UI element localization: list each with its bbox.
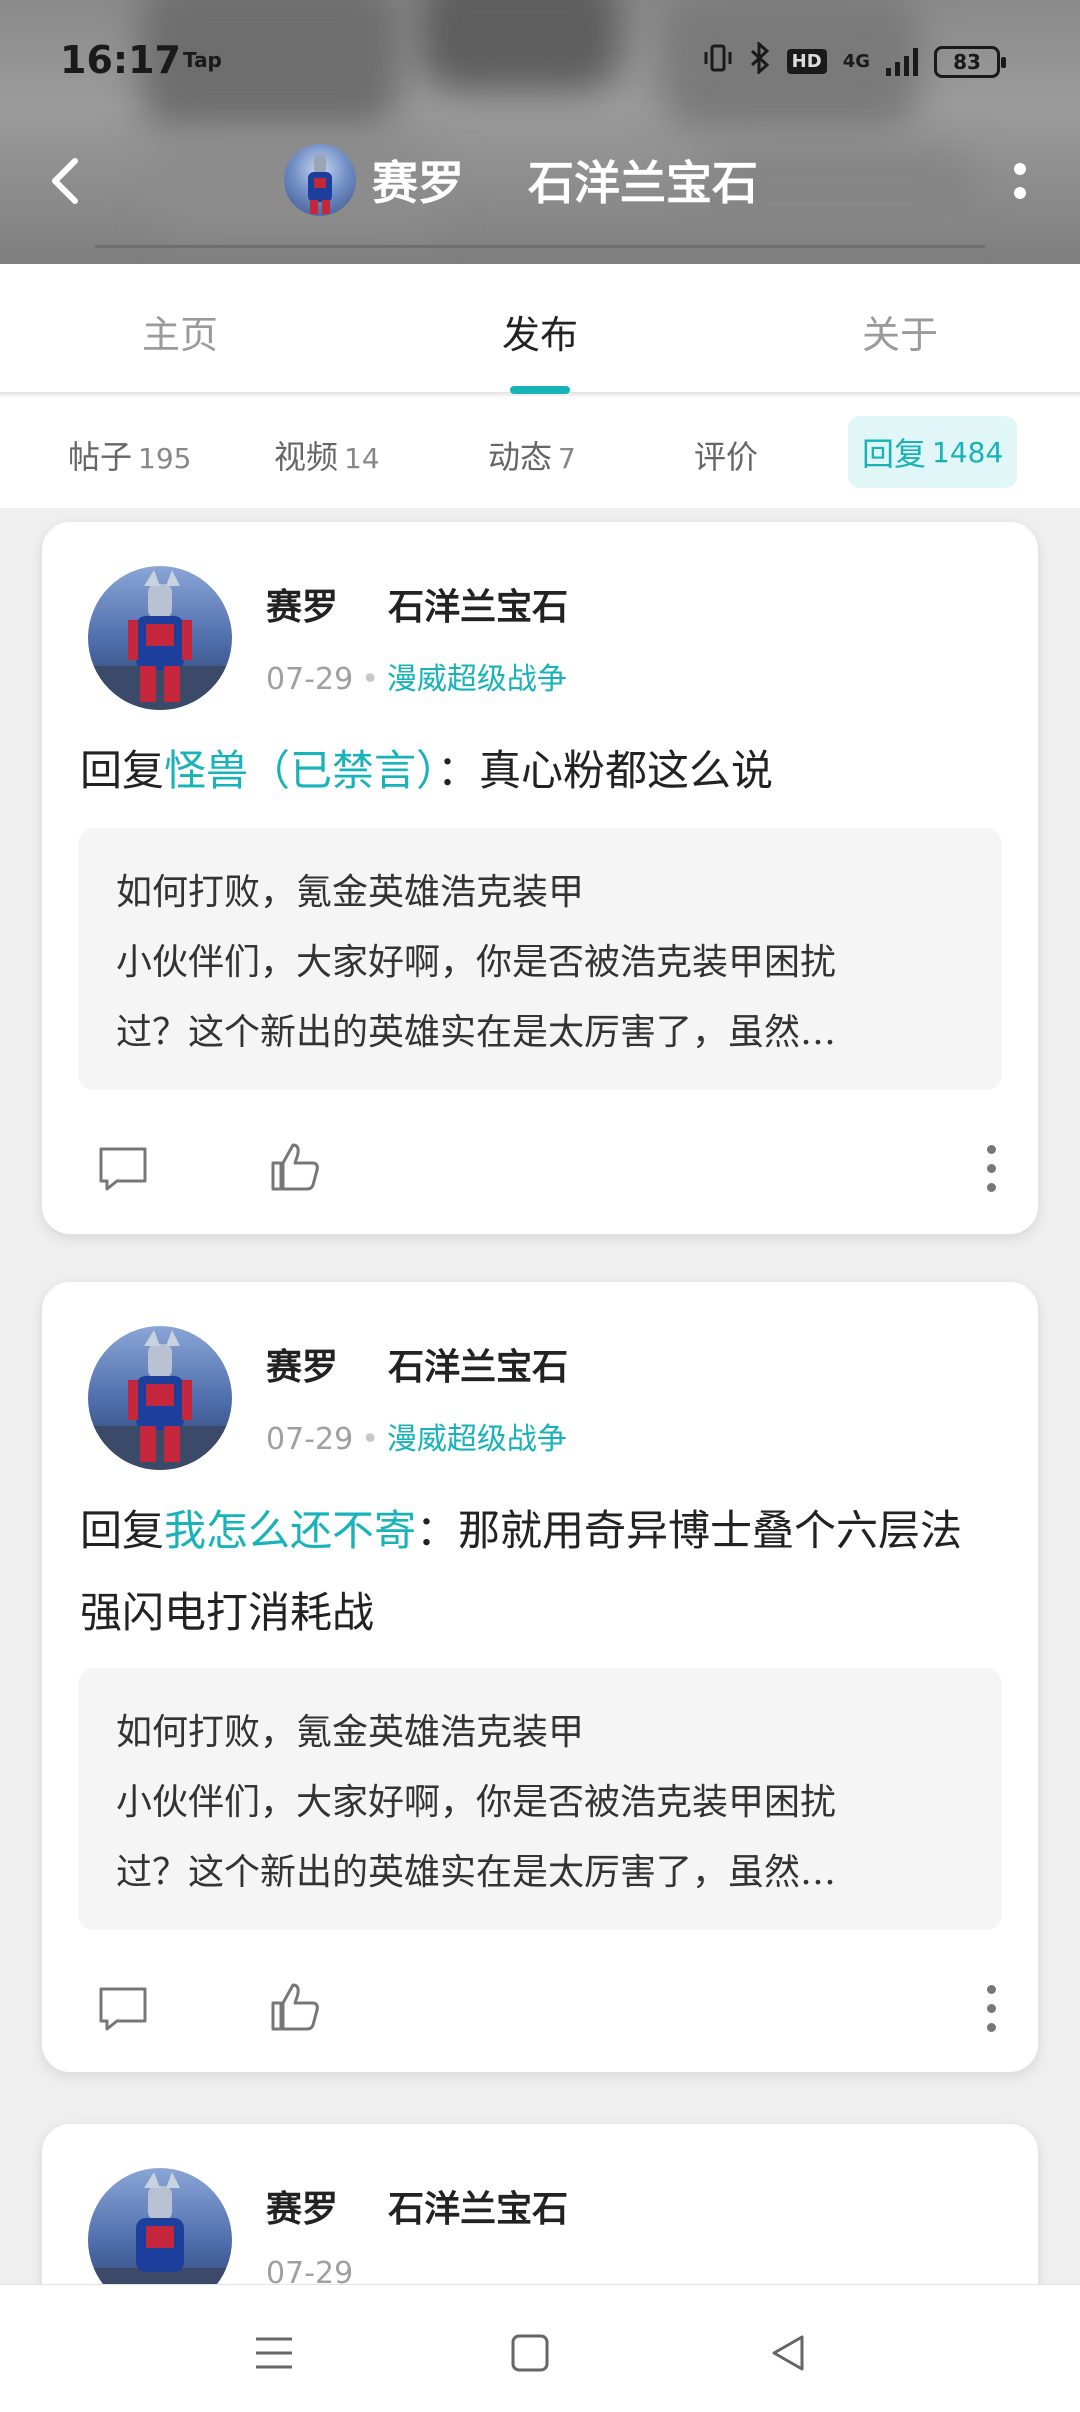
subtab-label: 视频 [274,438,339,476]
vibrate-icon [703,43,733,80]
reply-text: 回复我怎么还不寄：那就用奇异博士叠个六层法强闪电打消耗战 [80,1490,1000,1654]
subtab-label: 帖子 [68,438,133,476]
avatar[interactable] [88,566,232,710]
subtab-label: 评价 [694,438,759,476]
header-user-name: 赛罗 石洋兰宝石 [372,156,759,210]
author-name[interactable]: 赛罗 石洋兰宝石 [266,1338,568,1390]
quoted-post-line: 小伙伴们，大家好啊，你是否被浩克装甲困扰 [116,1782,837,1823]
network-type: 4G [842,50,870,72]
tab-active-indicator [510,386,570,394]
post-date: 07-29 [266,1422,354,1457]
subtab-count: 195 [138,442,192,475]
reply-card[interactable]: 赛罗 石洋兰宝石 07-29 • 漫威超级战争 回复我怎么还不寄：那就用奇异博士叠个… [42,1282,1038,2072]
quoted-post[interactable]: 如何打败，氪金英雄浩克装甲 小伙伴们，大家好啊，你是否被浩克装甲困扰 过？这个新… [78,1668,1002,1930]
subtab-videos[interactable]: 视频 14 [274,432,380,478]
back-triangle-icon[interactable] [748,2313,828,2393]
subtab-count: 1484 [932,435,1004,469]
subtab-reviews[interactable]: 评价 [694,432,758,478]
signal-icon [886,47,918,76]
tab-home[interactable]: 主页 [60,304,300,359]
menu-icon[interactable] [234,2313,314,2393]
like-icon[interactable] [260,1132,330,1202]
quoted-post-title: 如何打败，氪金英雄浩克装甲 [116,872,585,913]
tab-about[interactable]: 关于 [780,304,1020,359]
header-divider [95,245,985,248]
quoted-post-title: 如何打败，氪金英雄浩克装甲 [116,1712,585,1753]
home-square-icon[interactable] [490,2313,570,2393]
back-arrow-icon[interactable] [30,146,100,216]
hd-icon: HD [786,49,827,74]
reply-prefix: 回复 [80,1506,165,1555]
subtab-label: 动态 [488,438,553,476]
status-time: 16:17 [60,38,181,82]
subtab-count: 7 [558,442,576,475]
header-avatar [284,144,356,216]
subtab-label: 回复 [862,435,927,473]
author-name[interactable]: 赛罗 石洋兰宝石 [266,2180,568,2232]
game-tag[interactable]: 漫威超级战争 [387,1422,567,1457]
content-filter-tabs: 帖子 195 视频 14 动态 7 评价 回复 1484 [0,396,1080,508]
battery-icon: 83 [934,45,1006,78]
post-meta: 07-29 • 漫威超级战争 [266,1422,567,1457]
subtab-moments[interactable]: 动态 7 [488,432,576,478]
bluetooth-icon [749,40,771,81]
more-options-icon[interactable] [976,1978,1006,2038]
system-navigation-bar [0,2284,1080,2412]
comment-icon[interactable] [88,1134,158,1204]
post-meta: 07-29 • 漫威超级战争 [266,662,567,697]
status-bar: 16:17 Tap HD 4G 83 [0,0,1080,124]
reply-text: 回复怪兽（已禁言）：真心粉都这么说 [80,730,1000,812]
subtab-count: 14 [344,442,380,475]
profile-tabs: 主页 发布 关于 [0,264,1080,394]
reply-target-user[interactable]: 我怎么还不寄 [164,1506,416,1555]
quoted-post-line: 过？这个新出的英雄实在是太厉害了，虽然… [116,1012,837,1053]
reply-target-user[interactable]: 怪兽（已禁言） [164,746,437,795]
subtab-replies[interactable]: 回复 1484 [848,416,1018,488]
reply-prefix: 回复 [80,746,165,795]
game-tag[interactable]: 漫威超级战争 [387,662,567,697]
comment-icon[interactable] [88,1974,158,2044]
quoted-post[interactable]: 如何打败，氪金英雄浩克装甲 小伙伴们，大家好啊，你是否被浩克装甲困扰 过？这个新… [78,828,1002,1090]
quoted-post-line: 小伙伴们，大家好啊，你是否被浩克装甲困扰 [116,942,837,983]
more-options-icon[interactable] [976,1138,1006,1198]
app-indicator: Tap [183,48,222,72]
more-vertical-icon[interactable] [990,146,1050,216]
quoted-post-line: 过？这个新出的英雄实在是太厉害了，虽然… [116,1852,837,1893]
like-icon[interactable] [260,1972,330,2042]
avatar[interactable] [88,1326,232,1470]
reply-content: ：真心粉都这么说 [437,746,774,795]
author-name[interactable]: 赛罗 石洋兰宝石 [266,578,568,630]
tab-publish[interactable]: 发布 [420,304,660,359]
top-bar: 赛罗 石洋兰宝石 [0,124,1080,234]
reply-card[interactable]: 赛罗 石洋兰宝石 07-29 • 漫威超级战争 回复怪兽（已禁言）：真心粉都这么说 … [42,522,1038,1234]
header-user[interactable]: 赛罗 石洋兰宝石 [284,144,758,216]
post-date: 07-29 [266,662,354,697]
subtab-posts[interactable]: 帖子 195 [68,432,191,478]
